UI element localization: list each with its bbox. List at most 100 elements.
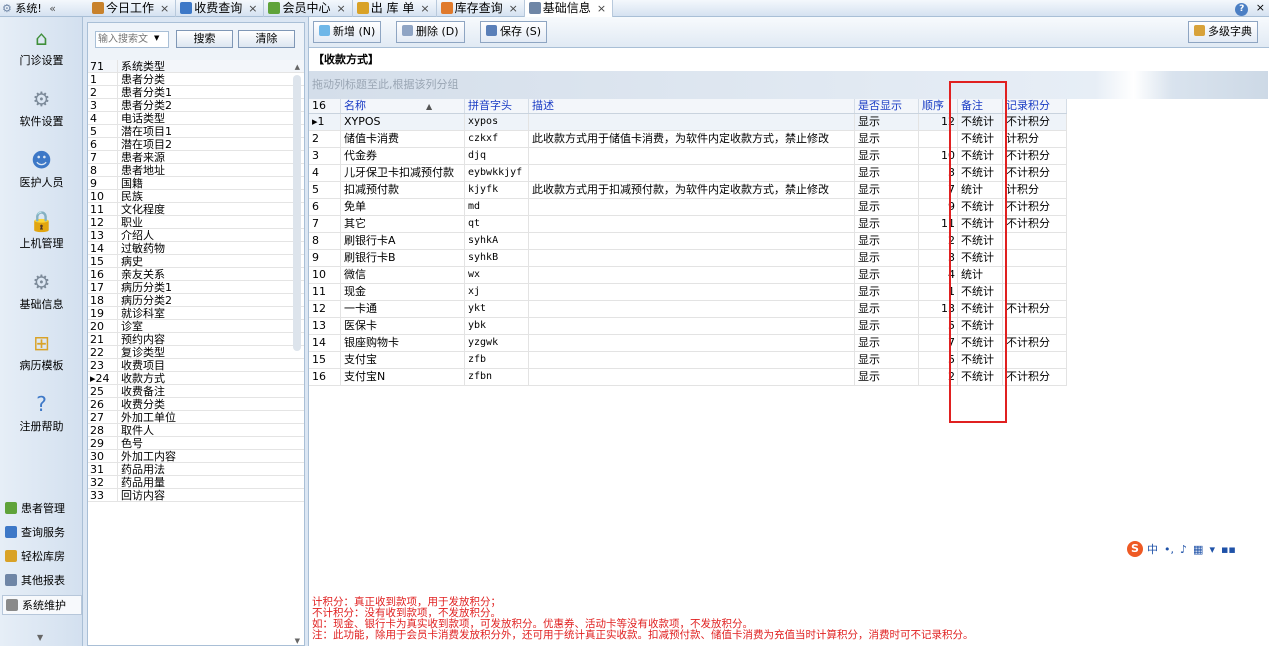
cell-remark[interactable]: 不统计 <box>958 216 1003 232</box>
cell-name[interactable]: 支付宝N <box>341 369 465 385</box>
cell-description[interactable] <box>529 199 855 215</box>
cell-order[interactable]: 10 <box>919 148 958 164</box>
cell-order[interactable]: 11 <box>919 216 958 232</box>
type-list-item[interactable]: 12 职业 <box>88 216 304 229</box>
cell-name[interactable]: 代金券 <box>341 148 465 164</box>
cell-show[interactable]: 显示 <box>855 250 919 266</box>
col-order[interactable]: 顺序 <box>919 99 958 113</box>
type-list-item[interactable]: 14 过敏药物 <box>88 242 304 255</box>
type-list-item[interactable]: 8 患者地址 <box>88 164 304 177</box>
save-button[interactable]: 保存 (S) <box>480 21 548 43</box>
cell-show[interactable]: 显示 <box>855 182 919 198</box>
table-row[interactable]: 8 刷银行卡A syhkA 显示 2 不统计 <box>309 233 1067 250</box>
cell-points[interactable]: 不计积分 <box>1003 148 1067 164</box>
clear-button[interactable]: 清除 <box>238 30 295 48</box>
type-list-item[interactable]: 13 介绍人 <box>88 229 304 242</box>
type-list-item[interactable]: 32 药品用量 <box>88 476 304 489</box>
cell-pinyin[interactable]: ybk <box>465 318 529 334</box>
type-list-item[interactable]: 17 病历分类1 <box>88 281 304 294</box>
cell-show[interactable]: 显示 <box>855 352 919 368</box>
cell-description[interactable] <box>529 148 855 164</box>
scroll-down-icon[interactable]: ▼ <box>295 637 300 645</box>
tab-6[interactable]: 基础信息 × <box>524 0 614 17</box>
cell-pinyin[interactable]: ykt <box>465 301 529 317</box>
cell-points[interactable] <box>1003 233 1067 249</box>
nav-small-item[interactable]: 其他报表 <box>2 571 82 591</box>
cell-description[interactable] <box>529 250 855 266</box>
cell-description[interactable]: 此收款方式用于储值卡消费，为软件内定收款方式，禁止修改 <box>529 131 855 147</box>
cell-pinyin[interactable]: syhkB <box>465 250 529 266</box>
cell-pinyin[interactable]: djq <box>465 148 529 164</box>
cell-pinyin[interactable]: zfb <box>465 352 529 368</box>
type-list-item[interactable]: 20 诊室 <box>88 320 304 333</box>
help-icon[interactable]: ? <box>1235 3 1249 16</box>
ime-item[interactable]: ▦ <box>1193 543 1203 556</box>
type-list-item[interactable]: 19 就诊科室 <box>88 307 304 320</box>
nav-small-item[interactable]: 患者管理 <box>2 499 82 519</box>
table-row[interactable]: 3 代金券 djq 显示 10 不统计 不计积分 <box>309 148 1067 165</box>
cell-pinyin[interactable]: eybwkkjyf <box>465 165 529 181</box>
cell-description[interactable] <box>529 165 855 181</box>
nav-people[interactable]: ☻ 医护人员 <box>0 148 83 190</box>
close-window-icon[interactable]: × <box>1256 1 1265 14</box>
tab-close-icon[interactable]: × <box>336 2 345 15</box>
type-list-item[interactable]: 29 色号 <box>88 437 304 450</box>
cell-order[interactable]: 7 <box>919 182 958 198</box>
cell-name[interactable]: 银座购物卡 <box>341 335 465 351</box>
tab-1[interactable]: 今日工作 × <box>88 0 177 17</box>
group-by-drop-area[interactable]: 拖动列标题至此,根据该列分组 <box>309 71 1268 99</box>
ime-item[interactable]: ♪ <box>1180 543 1187 556</box>
type-list-scrollbar[interactable] <box>293 75 301 351</box>
cell-remark[interactable]: 不统计 <box>958 369 1003 385</box>
cell-remark[interactable]: 不统计 <box>958 318 1003 334</box>
cell-points[interactable]: 计积分 <box>1003 131 1067 147</box>
tab-4[interactable]: 出 库 单 × <box>353 0 437 17</box>
type-list-item[interactable]: 25 收费备注 <box>88 385 304 398</box>
add-button[interactable]: 新增 (N) <box>313 21 382 43</box>
cell-name[interactable]: 刷银行卡B <box>341 250 465 266</box>
nav-expand-icon[interactable]: ▼ <box>37 633 43 642</box>
cell-name[interactable]: 免单 <box>341 199 465 215</box>
cell-remark[interactable]: 不统计 <box>958 250 1003 266</box>
type-list-item[interactable]: 7 患者来源 <box>88 151 304 164</box>
cell-description[interactable] <box>529 267 855 283</box>
table-row[interactable]: 2 储值卡消费 czkxf 此收款方式用于储值卡消费，为软件内定收款方式，禁止修改 显示… <box>309 131 1067 148</box>
cell-order[interactable]: 9 <box>919 199 958 215</box>
cell-order[interactable]: 3 <box>919 250 958 266</box>
tab-5[interactable]: 库存查询 × <box>437 0 525 17</box>
cell-points[interactable]: 计积分 <box>1003 182 1067 198</box>
collapse-icon[interactable]: « <box>49 2 56 15</box>
table-row[interactable]: 11 现金 xj 显示 1 不统计 <box>309 284 1067 301</box>
cell-description[interactable] <box>529 216 855 232</box>
type-list-item[interactable]: 6 潜在项目2 <box>88 138 304 151</box>
table-row[interactable]: 12 一卡通 ykt 显示 13 不统计 不计积分 <box>309 301 1067 318</box>
cell-name[interactable]: 其它 <box>341 216 465 232</box>
table-row[interactable]: ▸1 XYPOS xypos 显示 12 不统计 不计积分 <box>309 114 1067 131</box>
search-dropdown-icon[interactable]: ▼ <box>154 34 159 42</box>
cell-order[interactable]: 4 <box>919 267 958 283</box>
cell-order[interactable]: 1 <box>919 284 958 300</box>
cell-show[interactable]: 显示 <box>855 335 919 351</box>
cell-remark[interactable]: 统计 <box>958 267 1003 283</box>
col-points[interactable]: 记录积分 <box>1003 99 1067 113</box>
cell-name[interactable]: 儿牙保卫卡扣减预付款 <box>341 165 465 181</box>
cell-description[interactable] <box>529 369 855 385</box>
cell-points[interactable] <box>1003 267 1067 283</box>
cell-pinyin[interactable]: xypos <box>465 114 529 130</box>
cell-remark[interactable]: 不统计 <box>958 199 1003 215</box>
cell-description[interactable] <box>529 284 855 300</box>
cell-points[interactable]: 不计积分 <box>1003 199 1067 215</box>
cell-order[interactable] <box>919 131 958 147</box>
cell-description[interactable] <box>529 352 855 368</box>
cell-remark[interactable]: 统计 <box>958 182 1003 198</box>
ime-item[interactable]: ▪▪ <box>1221 543 1236 556</box>
cell-remark[interactable]: 不统计 <box>958 352 1003 368</box>
cell-points[interactable] <box>1003 250 1067 266</box>
cell-name[interactable]: 微信 <box>341 267 465 283</box>
tab-close-icon[interactable]: × <box>420 2 429 15</box>
nav-lock[interactable]: 🔒 上机管理 <box>0 209 83 251</box>
type-list-item[interactable]: 30 外加工内容 <box>88 450 304 463</box>
cell-description[interactable] <box>529 301 855 317</box>
tab-close-icon[interactable]: × <box>509 2 518 15</box>
cell-description[interactable]: 此收款方式用于扣减预付款，为软件内定收款方式，禁止修改 <box>529 182 855 198</box>
